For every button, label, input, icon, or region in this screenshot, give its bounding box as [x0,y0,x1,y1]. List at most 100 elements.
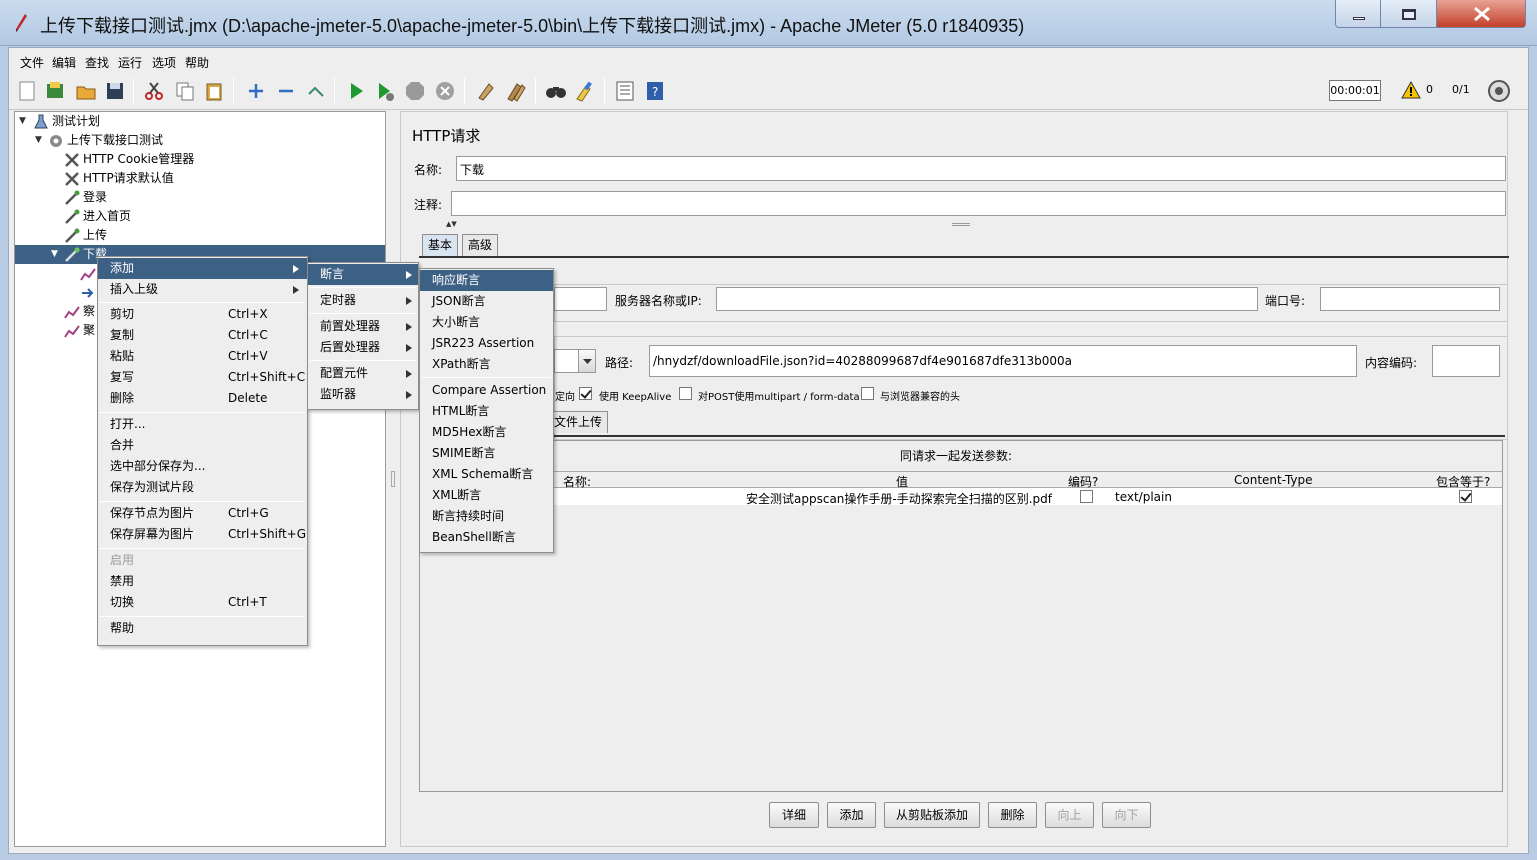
split-pane-divider[interactable] [389,111,397,847]
menu-item-save-selection[interactable]: 选中部分保存为... [98,456,307,477]
name-input[interactable]: 下载 [456,156,1506,181]
menu-item-save-node-image[interactable]: 保存节点为图片 Ctrl+G [98,503,307,524]
start-no-pauses-icon[interactable] [374,80,396,102]
submenu-item-listeners[interactable]: 监听器 [308,384,418,405]
multipart-checkbox[interactable] [679,387,692,400]
menu-item-delete[interactable]: 删除 Delete [98,388,307,409]
tree-node-upload[interactable]: 上传 [64,226,107,245]
assertion-item-duration[interactable]: 断言持续时间 [420,506,553,527]
path-input[interactable]: /hnydzf/downloadFile.json?id=40288099687… [649,345,1357,377]
menu-item-open[interactable]: 打开... [98,414,307,435]
reset-search-icon[interactable] [574,80,596,102]
function-helper-icon[interactable] [614,80,636,102]
menu-search[interactable]: 查找 [85,54,109,71]
row-encode-checkbox[interactable] [1080,490,1093,503]
assertion-item-xml[interactable]: XML断言 [420,485,553,506]
menu-item-save-fragment[interactable]: 保存为测试片段 [98,477,307,498]
collapse-all-icon[interactable] [275,80,297,102]
tree-node-home[interactable]: 进入首页 [64,207,131,226]
row-include-equals-checkbox[interactable] [1459,490,1472,503]
protocol-input[interactable] [554,287,607,311]
server-input[interactable] [716,287,1258,311]
comment-input[interactable] [451,191,1506,216]
expand-toggle[interactable]: ▼ [19,116,26,126]
tree-node-http-defaults[interactable]: HTTP请求默认值 [64,169,174,188]
delete-button[interactable]: 删除 [988,802,1037,828]
clear-all-icon[interactable] [505,80,527,102]
assertion-item-json[interactable]: JSON断言 [420,291,553,312]
tab-advanced[interactable]: 高级 [462,234,499,256]
submenu-item-pre-processors[interactable]: 前置处理器 [308,316,418,337]
assertion-item-compare[interactable]: Compare Assertion [420,380,553,401]
search-icon[interactable] [545,80,567,102]
warning-icon[interactable] [1401,81,1421,99]
menu-item-copy[interactable]: 复制 Ctrl+C [98,325,307,346]
content-encoding-input[interactable] [1432,345,1500,377]
copy-icon[interactable] [174,80,196,102]
menu-item-merge[interactable]: 合并 [98,435,307,456]
menu-item-save-screen-image[interactable]: 保存屏幕为图片 Ctrl+Shift+G [98,524,307,545]
menu-edit[interactable]: 编辑 [52,54,76,71]
submenu-item-config-elements[interactable]: 配置元件 [308,363,418,384]
expand-toggle[interactable]: ▼ [35,135,42,145]
tree-node-thread-group[interactable]: 上传下载接口测试 [48,131,163,150]
tree-node-cookie-manager[interactable]: HTTP Cookie管理器 [64,150,194,169]
menu-run[interactable]: 运行 [118,54,142,71]
help-icon[interactable]: ? [644,80,666,102]
menu-options[interactable]: 选项 [152,54,176,71]
tree-node-listener-2[interactable]: 聚 [64,321,95,340]
chevron-down-icon[interactable] [578,350,595,372]
assertion-item-size[interactable]: 大小断言 [420,312,553,333]
tree-node-test-plan[interactable]: 测试计划 [33,112,100,131]
submenu-item-timers[interactable]: 定时器 [308,290,418,311]
stop-icon[interactable] [404,80,426,102]
templates-icon[interactable] [44,80,66,102]
shutdown-icon[interactable] [434,80,456,102]
menu-file[interactable]: 文件 [20,54,44,71]
menu-item-help[interactable]: 帮助 [98,618,307,639]
down-button[interactable]: 向下 [1102,802,1151,828]
menu-help[interactable]: 帮助 [185,54,209,71]
toggle-icon[interactable] [305,80,327,102]
assertion-item-beanshell[interactable]: BeanShell断言 [420,527,553,548]
keepalive-checkbox[interactable] [579,387,592,400]
expand-toggle[interactable]: ▼ [51,249,58,259]
detail-button[interactable]: 详细 [769,802,819,828]
assertion-item-html[interactable]: HTML断言 [420,401,553,422]
add-from-clipboard-button[interactable]: 从剪贴板添加 [884,802,980,828]
menu-item-disable[interactable]: 禁用 [98,571,307,592]
tree-node-login[interactable]: 登录 [64,188,107,207]
port-input[interactable] [1320,287,1500,311]
save-icon[interactable] [104,80,126,102]
browser-headers-checkbox[interactable] [861,387,874,400]
menu-item-enable[interactable]: 启用 [98,550,307,571]
tab-basic[interactable]: 基本 [422,234,459,256]
assertion-item-md5hex[interactable]: MD5Hex断言 [420,422,553,443]
close-button[interactable] [1436,0,1526,28]
tree-node-listener-1[interactable]: 察 [64,302,95,321]
expand-all-icon[interactable] [245,80,267,102]
menu-item-add[interactable]: 添加 [98,258,307,279]
new-icon[interactable] [16,80,38,102]
assertion-item-xpath[interactable]: XPath断言 [420,354,553,375]
tab-files-upload[interactable]: 文件上传 [548,411,609,433]
minimize-button[interactable] [1335,0,1381,28]
collapse-arrows[interactable]: ▲▼ [446,220,457,228]
cut-icon[interactable] [143,80,165,102]
paste-icon[interactable] [203,80,225,102]
menu-item-cut[interactable]: 剪切 Ctrl+X [98,304,307,325]
clear-icon[interactable] [475,80,497,102]
resize-grip[interactable] [952,223,970,226]
assertion-item-xml-schema[interactable]: XML Schema断言 [420,464,553,485]
remote-icon[interactable] [1487,79,1511,103]
menu-item-duplicate[interactable]: 复写 Ctrl+Shift+C [98,367,307,388]
menu-item-paste[interactable]: 粘贴 Ctrl+V [98,346,307,367]
assertion-item-response[interactable]: 响应断言 [420,270,553,291]
open-icon[interactable] [75,80,97,102]
start-icon[interactable] [345,80,367,102]
assertion-item-jsr223[interactable]: JSR223 Assertion [420,333,553,354]
menu-item-insert-parent[interactable]: 插入上级 [98,279,307,300]
submenu-item-post-processors[interactable]: 后置处理器 [308,337,418,358]
submenu-item-assertions[interactable]: 断言 [308,264,418,285]
menu-item-toggle[interactable]: 切换 Ctrl+T [98,592,307,613]
